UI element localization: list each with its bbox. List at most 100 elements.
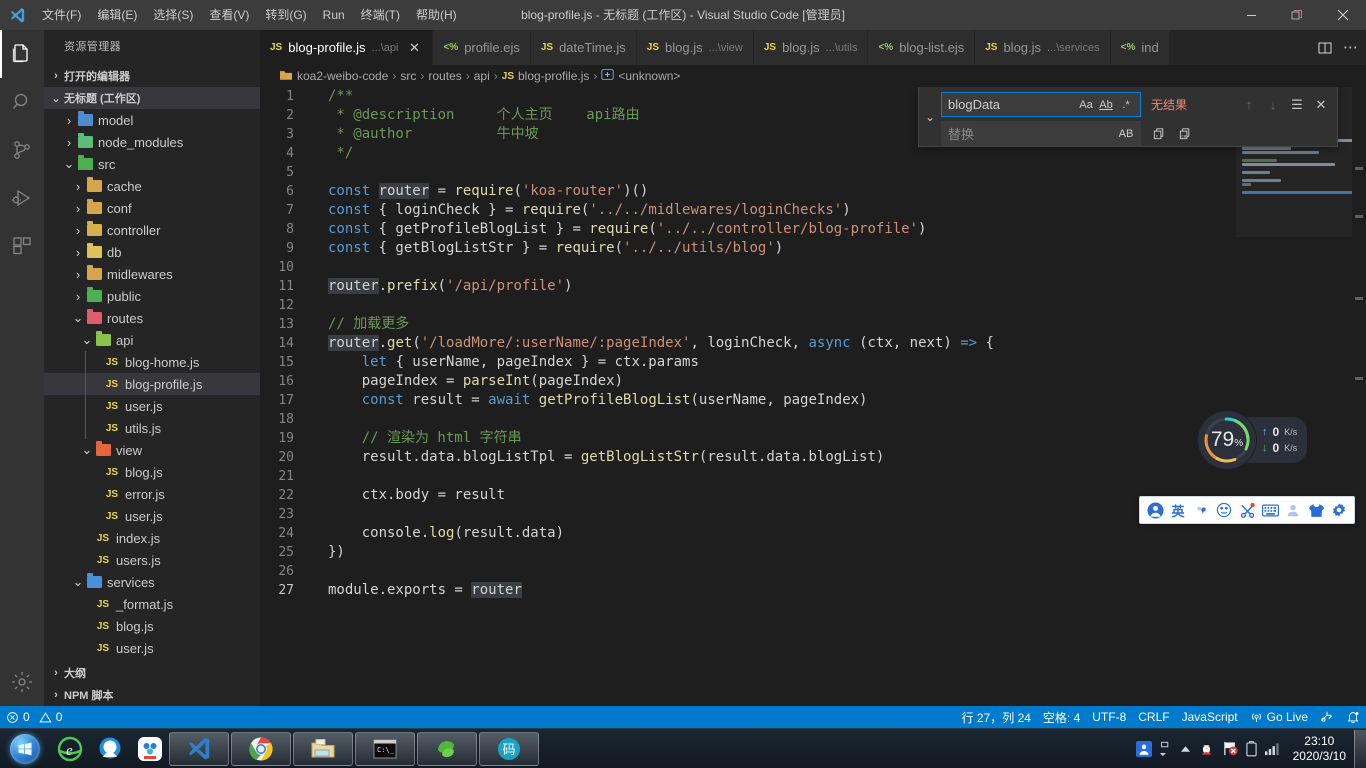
tray-expand-icon[interactable] [1159, 741, 1173, 757]
tray-ime-icon[interactable] [1135, 740, 1152, 757]
network-monitor-widget[interactable]: 79% ↑ 0 K/s ↓ 0 K/s [1198, 410, 1314, 470]
breadcrumb-item-koa2-weibo-code[interactable]: koa2-weibo-code [279, 69, 388, 84]
tree-folder-db[interactable]: › db [44, 241, 260, 263]
tree-folder-api[interactable]: ⌄ api [44, 329, 260, 351]
breadcrumb-item-unknown[interactable]: <unknown> [601, 68, 680, 84]
use-regex-toggle[interactable]: .* [1116, 95, 1136, 115]
tree-file-users.js[interactable]: JS users.js [44, 549, 260, 571]
replace-input[interactable]: 替换 AB [941, 121, 1141, 146]
taskbar-explorer[interactable] [293, 731, 353, 766]
activity-run-and-debug[interactable] [0, 174, 44, 222]
tree-file-blog-home.js[interactable]: JS blog-home.js [44, 351, 260, 373]
ime-keyboard-icon[interactable] [1261, 501, 1279, 519]
next-match-button[interactable]: ↓ [1263, 95, 1283, 115]
taskbar-ie-icon[interactable]: e [52, 732, 88, 766]
tree-folder-model[interactable]: › model [44, 109, 260, 131]
status-eol[interactable]: CRLF [1132, 706, 1175, 728]
menu-go[interactable]: 转到(G) [257, 0, 314, 30]
tray-volume-icon[interactable] [1264, 741, 1281, 756]
breadcrumb-item-routes[interactable]: routes [428, 69, 461, 83]
section-workspace[interactable]: ⌄ 无标题 (工作区) [44, 87, 260, 109]
tray-qq-icon[interactable] [1180, 745, 1191, 753]
taskbar-cmd[interactable]: C:\_ [355, 731, 415, 766]
tree-folder-public[interactable]: › public [44, 285, 260, 307]
toggle-replace-chevron-down-icon[interactable]: ⌄ [919, 87, 941, 146]
code-editor[interactable]: 1 /** 2 * @description 个人主页 api路由 3 * @auth… [260, 87, 1366, 706]
taskbar-qq-browser-icon[interactable] [92, 732, 128, 766]
editor-tab-blog-profile-js-api[interactable]: JS blog-profile.js ...\api ✕ [260, 30, 434, 65]
tree-file-user.js[interactable]: JS user.js [44, 395, 260, 417]
tree-file-index.js[interactable]: JS index.js [44, 527, 260, 549]
tree-file-utils.js[interactable]: JS utils.js [44, 417, 260, 439]
tree-file-error.js[interactable]: JS error.js [44, 483, 260, 505]
editor-tab-blog-js-services[interactable]: JS blog.js ...\services [975, 30, 1111, 65]
activity-extensions[interactable] [0, 222, 44, 270]
ime-floating-toolbar[interactable]: 英 [1139, 496, 1355, 524]
menu-file[interactable]: 文件(F) [34, 0, 89, 30]
match-whole-word-toggle[interactable]: Ab [1096, 95, 1116, 115]
editor-tab-blog-js-utils[interactable]: JS blog.js ...\utils [753, 30, 869, 65]
tray-network-icon[interactable] [1245, 740, 1257, 757]
previous-match-button[interactable]: ↑ [1239, 95, 1259, 115]
menu-selection[interactable]: 选择(S) [145, 0, 201, 30]
tree-folder-routes[interactable]: ⌄ routes [44, 307, 260, 329]
find-in-selection-button[interactable]: ☰ [1287, 95, 1307, 115]
tree-folder-view[interactable]: ⌄ view [44, 439, 260, 461]
tree-folder-controller[interactable]: › controller [44, 219, 260, 241]
editor-tab-ind[interactable]: <% ind [1110, 30, 1170, 65]
status-notifications[interactable] [1340, 706, 1366, 728]
find-replace-widget[interactable]: ⌄ blogData Aa Ab .* 无结果 ↑ ↓ ☰ ✕ 替换 AB c … [918, 87, 1338, 147]
status-cursor-position[interactable]: 行 27，列 24 [956, 706, 1037, 728]
ime-logo-icon[interactable] [1146, 501, 1164, 519]
status-feedback[interactable] [1314, 706, 1340, 728]
ime-screenshot-icon[interactable] [1238, 501, 1256, 519]
taskbar-app[interactable]: 码 [479, 731, 539, 766]
breadcrumb-item-api[interactable]: api [474, 69, 490, 83]
menu-view[interactable]: 查看(V) [201, 0, 257, 30]
breadcrumb-item-src[interactable]: src [400, 69, 416, 83]
section-outline[interactable]: › 大纲 [44, 662, 260, 684]
tree-folder-services[interactable]: ⌄ services [44, 571, 260, 593]
taskbar-clock[interactable]: 23:10 2020/3/10 [1285, 734, 1354, 764]
editor-tab-blog-js-view[interactable]: JS blog.js ...\view [636, 30, 754, 65]
status-encoding[interactable]: UTF-8 [1086, 706, 1132, 728]
tree-file-blog-profile.js[interactable]: JS blog-profile.js [44, 373, 260, 395]
replace-button[interactable]: c [1149, 124, 1169, 144]
status-go-live[interactable]: Go Live [1244, 706, 1314, 728]
match-case-toggle[interactable]: Aa [1076, 95, 1096, 115]
tray-security-icon[interactable] [1198, 740, 1215, 757]
tree-file-user.js[interactable]: JS user.js [44, 637, 260, 659]
tree-file-_format.js[interactable]: JS _format.js [44, 593, 260, 615]
tree-file-user.js[interactable]: JS user.js [44, 505, 260, 527]
more-actions-icon[interactable]: ⋯ [1343, 40, 1358, 55]
tree-folder-src[interactable]: ⌄ src [44, 153, 260, 175]
tray-battery-icon[interactable] [1222, 740, 1239, 757]
find-input[interactable]: blogData Aa Ab .* [941, 92, 1141, 117]
ime-punctuation-icon[interactable] [1192, 501, 1210, 519]
show-desktop-button[interactable] [1354, 729, 1366, 768]
start-orb[interactable] [0, 730, 50, 768]
activity-source-control[interactable] [0, 126, 44, 174]
editor-scrollbar[interactable] [1352, 87, 1366, 706]
section-open-editors[interactable]: › 打开的编辑器 [44, 65, 260, 87]
tree-folder-conf[interactable]: › conf [44, 197, 260, 219]
taskbar-chrome[interactable] [231, 731, 291, 766]
editor-tab-close-icon[interactable]: ✕ [406, 40, 422, 56]
menu-run[interactable]: Run [315, 0, 353, 30]
activity-explorer[interactable] [0, 30, 44, 78]
status-indentation[interactable]: 空格: 4 [1037, 706, 1086, 728]
tree-file-blog.js[interactable]: JS blog.js [44, 615, 260, 637]
editor-tab-blog-list-ejs[interactable]: <% blog-list.ejs [868, 30, 976, 65]
tree-folder-cache[interactable]: › cache [44, 175, 260, 197]
editor-tab-profile-ejs[interactable]: <% profile.ejs [433, 30, 531, 65]
ime-emoji-icon[interactable] [1215, 501, 1233, 519]
preserve-case-toggle[interactable]: AB [1116, 124, 1136, 144]
restore-button[interactable] [1274, 0, 1320, 30]
ime-language-icon[interactable]: 英 [1169, 501, 1187, 519]
taskbar-green-app[interactable] [417, 731, 477, 766]
taskbar-vscode[interactable] [169, 731, 229, 766]
menu-help[interactable]: 帮助(H) [408, 0, 465, 30]
status-errors[interactable]: 0 0 [0, 706, 68, 728]
tree-file-blog.js[interactable]: JS blog.js [44, 461, 260, 483]
close-button[interactable] [1320, 0, 1366, 30]
